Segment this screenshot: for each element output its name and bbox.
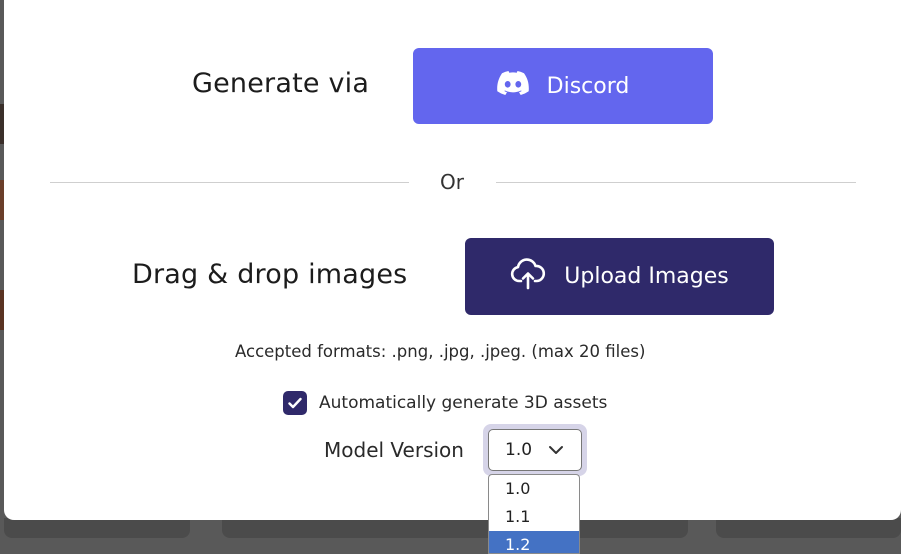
model-version-label: Model Version xyxy=(324,438,464,462)
model-version-option-highlighted[interactable]: 1.2 xyxy=(489,531,579,553)
upload-modal: Generate via Discord Or Drag & drop imag… xyxy=(4,0,901,520)
cloud-upload-icon xyxy=(510,257,546,296)
model-version-select[interactable]: 1.0 xyxy=(488,429,582,471)
divider-line-right xyxy=(496,182,856,183)
checkmark-icon xyxy=(288,397,302,409)
model-version-dropdown: 1.0 1.1 1.2 xyxy=(488,474,580,554)
generate-via-label: Generate via xyxy=(192,68,370,99)
divider-line-left xyxy=(50,182,409,183)
divider-or-text: Or xyxy=(440,170,464,194)
upload-images-button[interactable]: Upload Images xyxy=(465,238,774,315)
model-version-selected-value: 1.0 xyxy=(505,440,533,460)
backdrop-card xyxy=(4,518,190,538)
auto-generate-checkbox[interactable] xyxy=(283,391,307,415)
backdrop-card xyxy=(716,518,901,538)
model-version-option[interactable]: 1.1 xyxy=(489,503,579,531)
model-version-option[interactable]: 1.0 xyxy=(489,475,579,503)
upload-images-label: Upload Images xyxy=(564,264,729,289)
accepted-formats-text: Accepted formats: .png, .jpg, .jpeg. (ma… xyxy=(235,342,646,361)
auto-generate-label[interactable]: Automatically generate 3D assets xyxy=(319,393,607,413)
drag-drop-label: Drag & drop images xyxy=(132,259,408,290)
discord-button-label: Discord xyxy=(546,73,630,99)
discord-icon xyxy=(496,71,529,101)
backdrop-card xyxy=(222,518,688,538)
discord-button[interactable]: Discord xyxy=(413,48,713,124)
chevron-down-icon xyxy=(548,440,564,460)
